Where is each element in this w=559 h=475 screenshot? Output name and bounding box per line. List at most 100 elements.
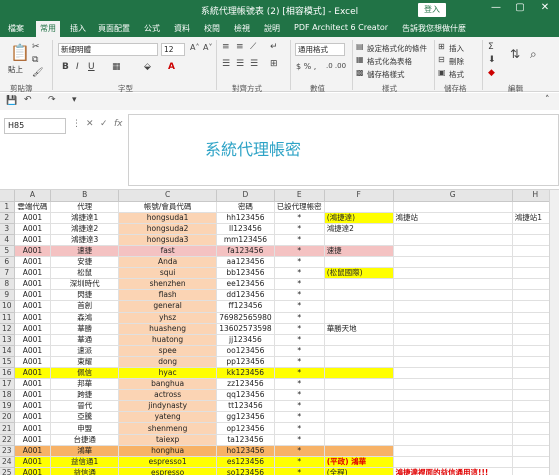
cell-a[interactable]: A001	[14, 334, 52, 346]
cell-c[interactable]: yhsz	[118, 312, 218, 324]
row-header[interactable]: 24	[0, 456, 15, 468]
delete-cells-button[interactable]: 刪除	[449, 56, 464, 67]
row-header[interactable]: 15	[0, 356, 15, 369]
cell-e[interactable]: *	[274, 467, 325, 475]
row-header[interactable]: 16	[0, 367, 15, 380]
paste-icon[interactable]: 📋	[10, 43, 30, 62]
cell-e[interactable]: *	[274, 434, 325, 446]
cell-c[interactable]: hongsuda2	[118, 223, 218, 235]
select-all-corner[interactable]	[0, 190, 15, 202]
row-header[interactable]: 22	[0, 434, 15, 446]
cell-g[interactable]	[393, 323, 513, 335]
cell-e[interactable]: *	[274, 267, 325, 280]
cell-e[interactable]: *	[274, 378, 325, 391]
cell-f[interactable]	[324, 422, 394, 435]
cell-a[interactable]: A001	[14, 356, 52, 369]
tab-page-layout[interactable]: 頁面配置	[98, 23, 130, 34]
cell-c[interactable]: hongsuda1	[118, 212, 218, 224]
cell-g[interactable]	[393, 300, 513, 313]
cell-b[interactable]: 鴻捷達1	[50, 212, 120, 224]
cell-d[interactable]: ho123456	[216, 445, 275, 457]
cell-c[interactable]: shenmeng	[118, 422, 218, 435]
cell-g[interactable]	[393, 389, 513, 402]
increase-font-icon[interactable]: A˄	[190, 43, 199, 52]
cell-g[interactable]	[393, 422, 513, 435]
font-name-select[interactable]: 新細明體	[58, 43, 158, 56]
cell-a[interactable]: A001	[14, 256, 52, 269]
cell-g[interactable]	[393, 411, 513, 424]
cell-d[interactable]: 13602573598	[216, 323, 275, 335]
cell-d[interactable]: ee123456	[216, 278, 275, 291]
name-box[interactable]: H85	[4, 118, 66, 134]
cell-d[interactable]: fa123456	[216, 245, 275, 258]
cell-f[interactable]	[324, 434, 394, 446]
cell-g[interactable]	[393, 356, 513, 369]
cell-b[interactable]: 華勝	[50, 323, 120, 335]
cell-b[interactable]: 松鼠	[50, 267, 120, 280]
cell-f[interactable]	[324, 445, 394, 457]
row-header[interactable]: 10	[0, 300, 15, 313]
column-header[interactable]: C	[118, 190, 218, 202]
row-header[interactable]: 1	[0, 201, 15, 213]
cell-g[interactable]: 鴻捷達裡面的益信通用這!!!	[393, 467, 513, 475]
cell-c[interactable]: flash	[118, 289, 218, 302]
paste-button[interactable]: 貼上	[8, 64, 23, 75]
cell-a[interactable]: A001	[14, 289, 52, 302]
undo-icon[interactable]: ↶	[24, 95, 32, 105]
column-header[interactable]: F	[324, 190, 394, 202]
cell-c[interactable]: 帳號/會員代碼	[118, 201, 218, 213]
cell-b[interactable]: 晉代	[50, 400, 120, 413]
cell-d[interactable]: tt123456	[216, 400, 275, 413]
cell-a[interactable]: A001	[14, 278, 52, 291]
cell-a[interactable]: A001	[14, 445, 52, 457]
delete-cells-icon[interactable]: ⊟	[438, 55, 445, 64]
tab-pdf-architect[interactable]: PDF Architect 6 Creator	[294, 23, 388, 32]
cell-e[interactable]: *	[274, 367, 325, 380]
cell-e[interactable]: *	[274, 245, 325, 258]
cell-d[interactable]: hh123456	[216, 212, 275, 224]
cell-c[interactable]: honghua	[118, 445, 218, 457]
cell-e[interactable]: *	[274, 300, 325, 313]
cell-a[interactable]: A001	[14, 245, 52, 258]
cell-f[interactable]: (全程)	[324, 467, 394, 475]
row-header[interactable]: 12	[0, 323, 15, 335]
cell-d[interactable]: 76982565980	[216, 312, 275, 324]
row-header[interactable]: 2	[0, 212, 15, 224]
vertical-scrollbar[interactable]	[549, 190, 559, 475]
tab-file[interactable]: 檔案	[8, 23, 24, 34]
cell-b[interactable]: 首創	[50, 300, 120, 313]
column-header[interactable]: B	[50, 190, 120, 202]
format-painter-icon[interactable]: 🖌	[32, 68, 43, 78]
cell-c[interactable]: Anda	[118, 256, 218, 269]
cell-e[interactable]: *	[274, 389, 325, 402]
row-header[interactable]: 13	[0, 334, 15, 346]
cell-a[interactable]: A001	[14, 312, 52, 324]
cell-c[interactable]: dong	[118, 356, 218, 369]
cell-f[interactable]: (平政) 鴻華	[324, 456, 394, 468]
redo-icon[interactable]: ↷	[48, 95, 56, 105]
cell-styles-icon[interactable]: ▩	[356, 68, 364, 77]
sort-filter-icon[interactable]: ⇅	[510, 47, 520, 61]
cell-g[interactable]	[393, 312, 513, 324]
customize-qat-icon[interactable]: ▾	[72, 95, 77, 105]
cell-b[interactable]: 閃捷	[50, 289, 120, 302]
cell-f[interactable]	[324, 367, 394, 380]
cell-d[interactable]: gg123456	[216, 411, 275, 424]
cell-b[interactable]: 益信通1	[50, 456, 120, 468]
cell-g[interactable]	[393, 345, 513, 357]
cell-d[interactable]: qq123456	[216, 389, 275, 402]
cell-a[interactable]: 雲端代碼	[14, 201, 52, 213]
format-as-table-button[interactable]: 格式化為表格	[367, 56, 412, 67]
tab-help[interactable]: 說明	[264, 23, 280, 34]
cell-e[interactable]: *	[274, 456, 325, 468]
cell-d[interactable]: dd123456	[216, 289, 275, 302]
cell-a[interactable]: A001	[14, 223, 52, 235]
insert-cells-icon[interactable]: ⊞	[438, 42, 445, 51]
cell-d[interactable]: so123456	[216, 467, 275, 475]
cell-a[interactable]: A001	[14, 212, 52, 224]
cell-d[interactable]: es123456	[216, 456, 275, 468]
tab-view[interactable]: 檢視	[234, 23, 250, 34]
row-header[interactable]: 6	[0, 256, 15, 269]
cell-c[interactable]: squi	[118, 267, 218, 280]
cell-a[interactable]: A001	[14, 411, 52, 424]
